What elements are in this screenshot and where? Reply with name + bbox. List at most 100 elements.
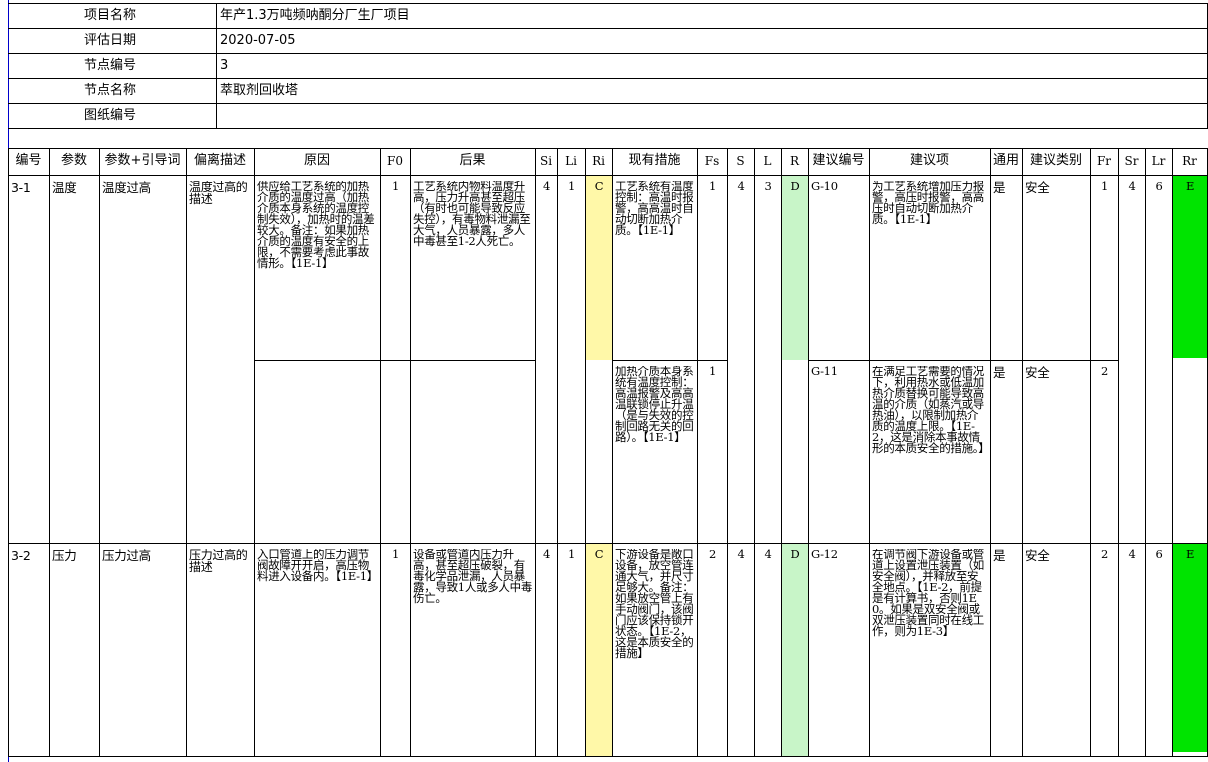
header-fr: Fr xyxy=(1096,154,1112,168)
header-rec: 建议项 xyxy=(909,153,949,168)
header-rec-no: 建议编号 xyxy=(812,153,865,168)
col-border-16 xyxy=(869,148,870,757)
si-value: 4 xyxy=(542,549,551,561)
r-fill-row1 xyxy=(782,176,808,360)
col-border-9 xyxy=(585,148,586,757)
node-number-label: 节点编号 xyxy=(84,58,137,73)
row-deviation: 压力过高的描述 xyxy=(189,549,248,574)
node-name-value: 萃取剂回收塔 xyxy=(220,83,299,98)
fr-value: 1 xyxy=(1100,181,1109,193)
hazop-worksheet: 项目名称 年产1.3万吨频呐酮分厂生厂项目 评估日期 2020-07-05 节点… xyxy=(0,0,1208,762)
rec-number: G-12 xyxy=(811,549,838,561)
row1-split-cause xyxy=(254,360,535,361)
f0-value xyxy=(383,366,408,380)
header-measure: 现有措施 xyxy=(628,153,681,168)
header-id: 编号 xyxy=(15,153,42,168)
col-border-13 xyxy=(754,148,755,757)
col-border-10 xyxy=(612,148,613,757)
cause-text: 供应给工艺系统的加热介质的温度过高（加热介质本身系统的温度控制失效），加热时的温… xyxy=(257,181,375,270)
header-l: L xyxy=(763,154,772,168)
col-border-0 xyxy=(8,148,9,757)
col-border-22 xyxy=(1172,148,1173,757)
rr-fill-row1 xyxy=(1173,176,1207,358)
col-border-15 xyxy=(808,148,809,757)
r-value: D xyxy=(790,181,800,193)
rec-number: G-11 xyxy=(811,366,838,378)
col-border-17 xyxy=(990,148,991,757)
header-sr: Sr xyxy=(1124,154,1139,168)
col-border-14 xyxy=(781,148,782,757)
header-rr: Rr xyxy=(1182,154,1197,168)
col-border-11 xyxy=(697,148,698,757)
rec-text: 为工艺系统增加压力报警，高压时报警，高高压时自动切断加热介质。【1E-1】 xyxy=(872,181,984,226)
fr-value: 2 xyxy=(1100,549,1109,561)
node-number-value: 3 xyxy=(220,58,229,73)
cause-text: 入口管道上的压力调节阀故障开开启，高压物料进入设备内。【1E-1】 xyxy=(257,549,378,583)
lr-value: 6 xyxy=(1155,549,1163,561)
measure-text: 加热介质本身系统有温度控制：高温报警及高高温联锁停止升温（是与失效的控制回路无关… xyxy=(615,366,694,444)
eval-date-value: 2020-07-05 xyxy=(220,33,296,48)
header-consequence: 后果 xyxy=(459,153,486,168)
header-s: S xyxy=(736,154,745,168)
row-guide: 温度过高 xyxy=(102,181,151,195)
header-cause: 原因 xyxy=(303,153,330,168)
ri-value: C xyxy=(594,549,604,561)
col-border-2 xyxy=(99,148,100,757)
header-fs: Fs xyxy=(704,154,720,168)
col-border-5 xyxy=(380,148,381,757)
row-deviation: 温度过高的描述 xyxy=(189,181,248,206)
consequence-text: 设备或管道内压力升高，甚至超压破裂，有毒化学品泄漏，人员暴露，导致1人或多人中毒… xyxy=(413,549,533,605)
col-border-3 xyxy=(186,148,187,757)
col-border-21 xyxy=(1145,148,1146,757)
col-border-20 xyxy=(1118,148,1119,757)
rec-general: 是 xyxy=(993,366,1006,380)
header-r: R xyxy=(789,154,800,168)
fs-value: 1 xyxy=(708,366,717,378)
li-value: 1 xyxy=(567,549,576,561)
li-value: 1 xyxy=(567,181,576,193)
header-si: Si xyxy=(539,154,553,168)
col-border-7 xyxy=(535,148,536,757)
ri-fill-row1 xyxy=(586,176,612,360)
rec-general: 是 xyxy=(993,549,1006,563)
header-lr: Lr xyxy=(1151,154,1166,168)
row-border-2 xyxy=(8,543,1208,544)
rr-fill-row2 xyxy=(1173,544,1207,752)
row-param: 压力 xyxy=(52,549,77,563)
si-value: 4 xyxy=(542,181,551,193)
sr-value: 4 xyxy=(1128,181,1136,193)
rec-general: 是 xyxy=(993,181,1006,195)
col-border-18 xyxy=(1022,148,1023,757)
r-value: D xyxy=(790,549,800,561)
col-border-8 xyxy=(557,148,558,757)
row-id: 3-2 xyxy=(11,549,31,563)
header-guide: 参数+引导词 xyxy=(104,153,181,168)
l-value: 3 xyxy=(764,181,772,193)
col-border-12 xyxy=(727,148,728,757)
node-name-label: 节点名称 xyxy=(84,83,137,98)
row-param: 温度 xyxy=(52,181,77,195)
l-value: 4 xyxy=(764,549,772,561)
rec-category: 安全 xyxy=(1025,366,1050,380)
cause-text xyxy=(257,366,378,541)
s-value: 4 xyxy=(737,549,745,561)
header-f0: F0 xyxy=(387,154,403,168)
rec-category: 安全 xyxy=(1025,549,1050,563)
row-border-0 xyxy=(8,148,1208,149)
row-id: 3-1 xyxy=(11,181,31,195)
rec-category: 安全 xyxy=(1025,181,1050,195)
rec-number: G-10 xyxy=(811,181,838,193)
rr-value: E xyxy=(1185,181,1195,193)
rec-text: 在调节阀下游设备或管道上设置泄压装置（如安全阀），并释放至安全地点。【1E-2，… xyxy=(872,549,984,638)
rr-value: E xyxy=(1185,549,1195,561)
header-param: 参数 xyxy=(60,153,87,168)
header-category: 建议类别 xyxy=(1029,153,1082,168)
measure-text: 工艺系统有温度控制：高温时报警，高高温时自动切断加热介质。【1E-1】 xyxy=(615,181,694,237)
f0-value: 1 xyxy=(391,181,400,193)
fr-value: 2 xyxy=(1100,366,1109,378)
s-value: 4 xyxy=(737,181,745,193)
ri-value: C xyxy=(594,181,604,193)
consequence-text: 工艺系统内物料温度升高，压力升高甚至超压（有时也可能导致反应失控），有毒物料泄漏… xyxy=(413,181,531,248)
lr-value: 6 xyxy=(1155,181,1163,193)
r-fill-row2 xyxy=(782,544,808,756)
